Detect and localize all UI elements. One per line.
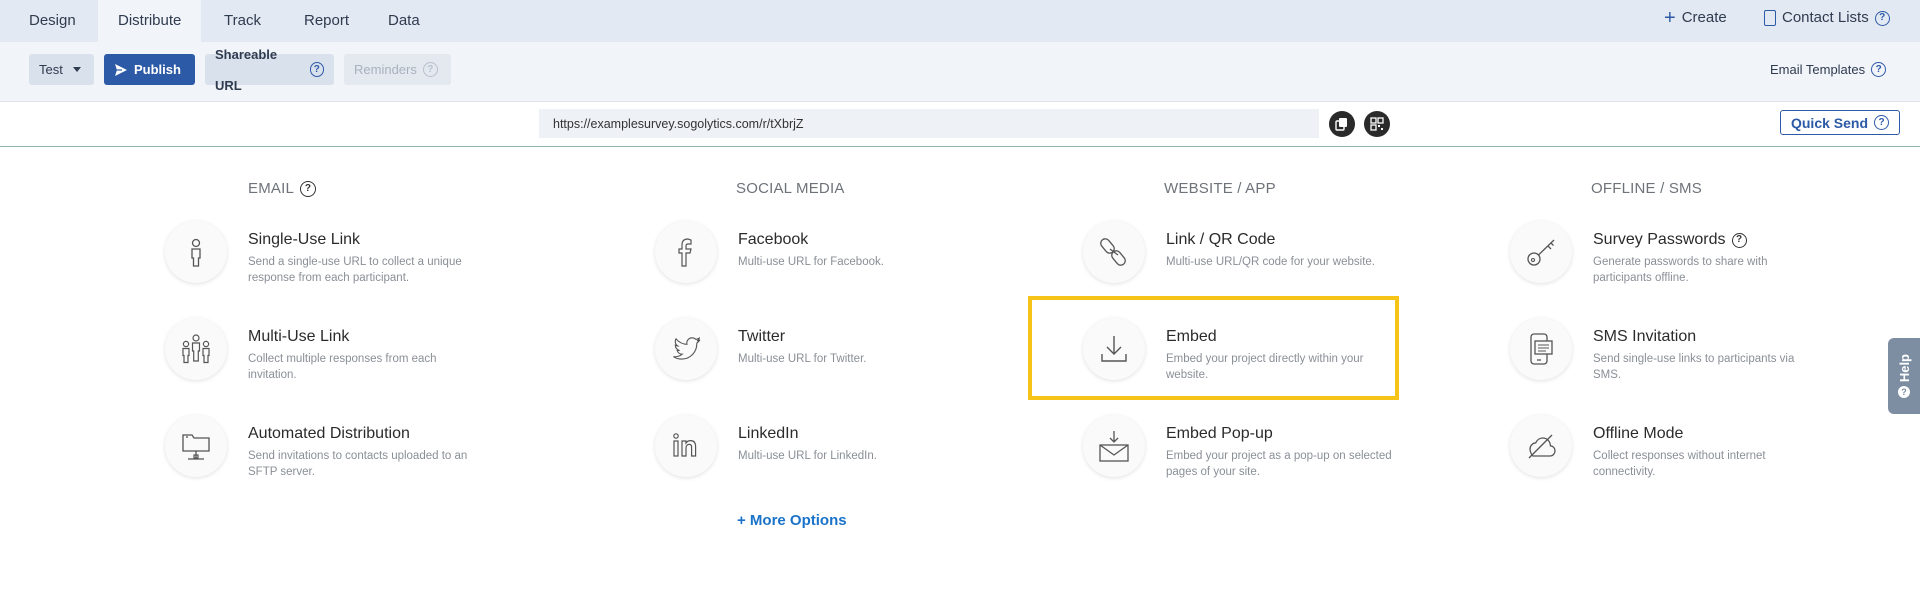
embed-popup-option[interactable]: Embed Pop-up Embed your project as a pop… bbox=[1083, 415, 1443, 495]
option-title: Offline Mode bbox=[1593, 425, 1684, 442]
help-circle-icon[interactable]: ? bbox=[1871, 62, 1887, 77]
people-icon bbox=[165, 318, 227, 380]
multi-use-link-option[interactable]: Multi-Use Link Collect multiple response… bbox=[165, 318, 525, 398]
reminders-button[interactable]: Reminders ? bbox=[344, 54, 451, 85]
option-title: Survey Passwords ? bbox=[1593, 231, 1747, 249]
url-row: Quick Send ? bbox=[0, 103, 1920, 147]
plus-icon: + bbox=[1664, 7, 1676, 29]
email-heading-label: EMAIL bbox=[248, 180, 295, 197]
option-description: Multi-use URL for LinkedIn. bbox=[738, 450, 877, 462]
create-label: Create bbox=[1681, 9, 1727, 26]
survey-url-field[interactable] bbox=[539, 109, 1319, 138]
option-title: LinkedIn bbox=[738, 425, 799, 442]
person-icon bbox=[165, 221, 227, 283]
book-icon bbox=[1764, 10, 1776, 26]
option-description: Multi-use URL for Twitter. bbox=[738, 353, 867, 365]
envelope-download-icon bbox=[1083, 415, 1145, 477]
publish-label: Publish bbox=[134, 62, 181, 77]
option-description: Send a single-use URL to collect a uniqu… bbox=[248, 256, 462, 284]
website-app-heading-label: WEBSITE / APP bbox=[1164, 180, 1276, 197]
tab-report[interactable]: Report bbox=[284, 0, 369, 42]
sms-invitation-option[interactable]: SMS Invitation Send single-use links to … bbox=[1510, 318, 1870, 398]
more-options-link[interactable]: + More Options bbox=[737, 512, 847, 529]
offline-mode-option[interactable]: Offline Mode Collect responses without i… bbox=[1510, 415, 1870, 495]
option-title: Multi-Use Link bbox=[248, 328, 350, 345]
option-title: Facebook bbox=[738, 231, 809, 248]
chevron-down-icon bbox=[72, 67, 81, 72]
reminders-label: Reminders bbox=[354, 62, 417, 77]
option-title: SMS Invitation bbox=[1593, 328, 1697, 345]
option-title: Automated Distribution bbox=[248, 425, 410, 442]
shareable-url-label: Shareable URL bbox=[215, 46, 278, 93]
contact-lists-button[interactable]: Contact Lists ? bbox=[1764, 0, 1890, 36]
cloud-off-icon bbox=[1510, 415, 1572, 477]
email-templates-link[interactable]: Email Templates ? bbox=[1770, 62, 1887, 77]
option-description: Collect responses without internet conne… bbox=[1593, 450, 1766, 478]
help-side-tab[interactable]: Help ? bbox=[1888, 338, 1920, 414]
option-title-text: Survey Passwords bbox=[1593, 231, 1726, 248]
folder-network-icon bbox=[165, 415, 227, 477]
copy-icon[interactable] bbox=[1329, 111, 1355, 137]
option-description: Send single-use links to participants vi… bbox=[1593, 353, 1795, 381]
tab-data[interactable]: Data bbox=[368, 0, 440, 42]
top-tab-bar: Design Distribute Track Report Data + Cr… bbox=[0, 0, 1920, 42]
option-description: Send invitations to contacts uploaded to… bbox=[248, 450, 468, 478]
contact-lists-label: Contact Lists bbox=[1782, 9, 1869, 26]
social-media-heading-label: SOCIAL MEDIA bbox=[736, 180, 845, 197]
option-title: Twitter bbox=[738, 328, 786, 345]
link-icon bbox=[1083, 221, 1145, 283]
email-templates-label: Email Templates bbox=[1770, 62, 1866, 77]
offline-sms-heading-label: OFFLINE / SMS bbox=[1591, 180, 1702, 197]
option-title: Link / QR Code bbox=[1166, 231, 1276, 248]
option-description: Collect multiple responses from each inv… bbox=[248, 353, 437, 381]
twitter-icon bbox=[655, 318, 717, 380]
option-title: Single-Use Link bbox=[248, 231, 361, 248]
create-button[interactable]: + Create bbox=[1664, 0, 1727, 36]
option-description: Embed your project as a pop-up on select… bbox=[1166, 450, 1392, 478]
tab-distribute[interactable]: Distribute bbox=[98, 0, 202, 42]
key-icon bbox=[1510, 221, 1572, 283]
single-use-link-option[interactable]: Single-Use Link Send a single-use URL to… bbox=[165, 221, 525, 301]
linkedin-option[interactable]: LinkedIn Multi-use URL for LinkedIn. bbox=[655, 415, 1015, 495]
option-description: Generate passwords to share with partici… bbox=[1593, 256, 1768, 284]
survey-passwords-option[interactable]: Survey Passwords ? Generate passwords to… bbox=[1510, 221, 1870, 301]
twitter-option[interactable]: Twitter Multi-use URL for Twitter. bbox=[655, 318, 1015, 398]
facebook-icon bbox=[655, 221, 717, 283]
facebook-option[interactable]: Facebook Multi-use URL for Facebook. bbox=[655, 221, 1015, 301]
help-circle-icon[interactable]: ? bbox=[300, 180, 317, 197]
distribute-toolbar: Test Publish Shareable URL ? Reminders ?… bbox=[0, 42, 1920, 102]
tab-track[interactable]: Track bbox=[204, 0, 281, 42]
link-qr-code-option[interactable]: Link / QR Code Multi-use URL/QR code for… bbox=[1083, 221, 1443, 301]
test-dropdown[interactable]: Test bbox=[29, 54, 94, 85]
help-label: Help bbox=[1896, 353, 1912, 383]
help-circle-icon[interactable]: ? bbox=[1874, 10, 1890, 26]
linkedin-icon bbox=[655, 415, 717, 477]
help-circle-icon: ? bbox=[422, 62, 438, 77]
help-circle-icon: ? bbox=[1898, 386, 1910, 399]
phone-message-icon bbox=[1510, 318, 1572, 380]
offline-sms-heading: OFFLINE / SMS bbox=[1591, 180, 1702, 197]
quick-send-label: Quick Send bbox=[1790, 114, 1869, 131]
social-media-heading: SOCIAL MEDIA bbox=[736, 180, 845, 197]
publish-button[interactable]: Publish bbox=[104, 54, 195, 85]
quick-send-button[interactable]: Quick Send ? bbox=[1780, 110, 1900, 135]
send-icon bbox=[115, 63, 127, 76]
qr-code-icon[interactable] bbox=[1364, 111, 1390, 137]
shareable-url-button[interactable]: Shareable URL ? bbox=[205, 47, 334, 93]
option-title: Embed Pop-up bbox=[1166, 425, 1273, 442]
help-circle-icon[interactable]: ? bbox=[1874, 115, 1890, 130]
help-circle-icon[interactable]: ? bbox=[1731, 232, 1747, 248]
embed-highlight-box bbox=[1028, 296, 1399, 400]
help-circle-icon[interactable]: ? bbox=[309, 62, 324, 77]
email-heading: EMAIL ? bbox=[248, 180, 317, 197]
website-app-heading: WEBSITE / APP bbox=[1164, 180, 1276, 197]
test-label: Test bbox=[39, 62, 63, 77]
automated-distribution-option[interactable]: Automated Distribution Send invitations … bbox=[165, 415, 525, 495]
option-description: Multi-use URL/QR code for your website. bbox=[1166, 256, 1375, 268]
option-description: Multi-use URL for Facebook. bbox=[738, 256, 884, 268]
tab-design[interactable]: Design bbox=[9, 0, 96, 42]
